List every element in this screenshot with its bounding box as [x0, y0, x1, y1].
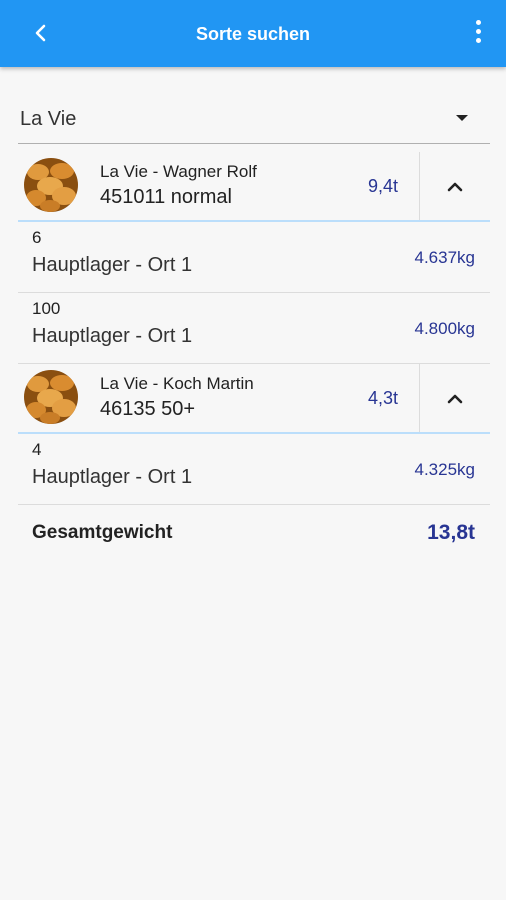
variety-lot: 46135 50+: [100, 398, 196, 420]
row-number: 6: [32, 228, 42, 247]
dropdown-arrow-icon: [456, 115, 468, 121]
row-location: Hauptlager - Ort 1: [32, 325, 193, 347]
row-location: Hauptlager - Ort 1: [32, 466, 193, 488]
row-number: 100: [32, 299, 61, 318]
row-number: 4: [32, 440, 42, 459]
supplier-group-header[interactable]: La Vie - Wagner Rolf 451011 normal 9,4t: [18, 152, 490, 222]
page-title: Sorte suchen: [195, 24, 311, 44]
chevron-up-icon: [447, 394, 463, 404]
variety-dropdown-value: La Vie: [20, 108, 77, 130]
collapse-button[interactable]: [419, 364, 490, 432]
group-weight: 4,3t: [367, 388, 398, 408]
group-weight: 9,4t: [367, 176, 398, 196]
storage-row[interactable]: 4 Hauptlager - Ort 1 4.325kg: [18, 434, 490, 505]
more-vert-icon[interactable]: [472, 20, 484, 48]
row-weight: 4.637kg: [414, 248, 476, 267]
app-bar: Sorte suchen: [0, 0, 506, 67]
supplier-name: La Vie - Wagner Rolf: [100, 162, 257, 181]
potato-image: [24, 158, 78, 212]
supplier-group-header[interactable]: La Vie - Koch Martin 46135 50+ 4,3t: [18, 364, 490, 434]
total-value: 13,8t: [427, 521, 475, 544]
storage-row[interactable]: 100 Hauptlager - Ort 1 4.800kg: [18, 293, 490, 364]
potato-image: [24, 370, 78, 424]
row-location: Hauptlager - Ort 1: [32, 254, 193, 276]
chevron-up-icon: [447, 182, 463, 192]
row-weight: 4.325kg: [414, 460, 476, 479]
row-weight: 4.800kg: [414, 319, 476, 338]
variety-lot: 451011 normal: [100, 186, 232, 208]
supplier-name: La Vie - Koch Martin: [100, 374, 254, 393]
total-label: Gesamtgewicht: [32, 522, 173, 543]
collapse-button[interactable]: [419, 152, 490, 220]
storage-row[interactable]: 6 Hauptlager - Ort 1 4.637kg: [18, 222, 490, 293]
total-summary: Gesamtgewicht 13,8t: [18, 506, 490, 566]
variety-dropdown[interactable]: La Vie: [18, 97, 490, 144]
